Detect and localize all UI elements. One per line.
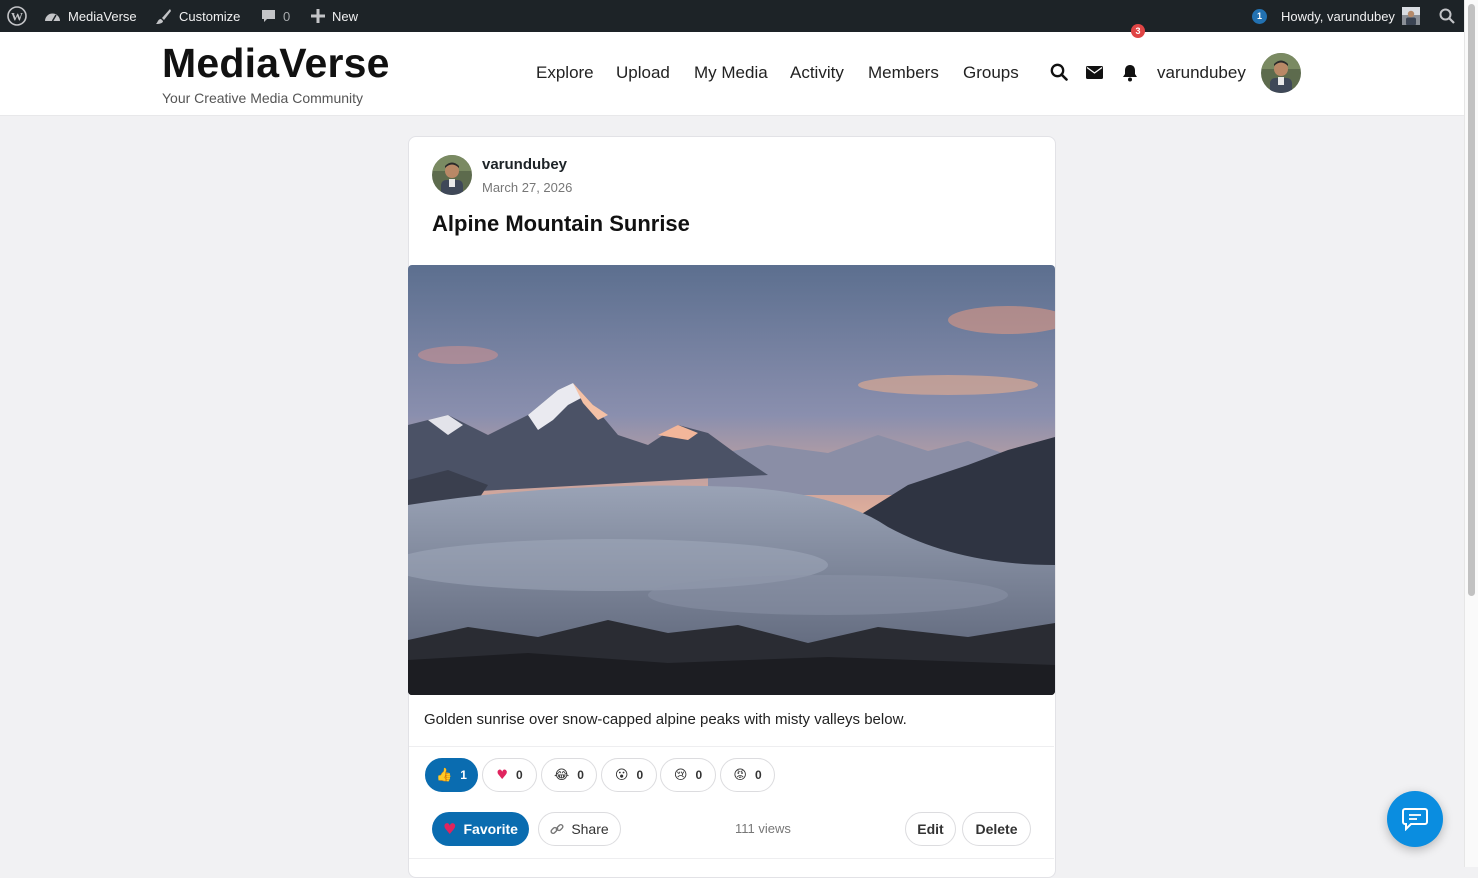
admin-site-link[interactable]: MediaVerse xyxy=(44,0,137,32)
reaction-love-button[interactable]: ♥ 0 xyxy=(482,758,537,792)
page-scrollbar[interactable] xyxy=(1464,0,1478,867)
search-icon[interactable] xyxy=(1050,63,1068,86)
admin-notification-counter[interactable]: 1 xyxy=(1252,0,1267,32)
favorite-button[interactable]: ♥ Favorite xyxy=(432,812,529,846)
bell-icon[interactable] xyxy=(1122,64,1138,87)
nav-groups[interactable]: Groups xyxy=(963,63,1019,83)
reaction-angry-count: 0 xyxy=(754,768,762,782)
reaction-laugh-count: 0 xyxy=(577,768,584,782)
reaction-wow-button[interactable]: 😮 0 xyxy=(601,758,657,792)
wow-icon: 😮 xyxy=(614,767,629,783)
reaction-love-count: 0 xyxy=(515,768,523,782)
delete-button[interactable]: Delete xyxy=(962,812,1031,846)
site-title[interactable]: MediaVerse xyxy=(162,40,390,87)
post-date: March 27, 2026 xyxy=(482,180,573,195)
caption-divider xyxy=(409,746,1054,747)
header-avatar[interactable] xyxy=(1261,53,1301,93)
admin-comments-link[interactable]: 0 xyxy=(261,0,290,32)
dashboard-icon xyxy=(45,13,60,22)
envelope-icon[interactable] xyxy=(1086,66,1103,84)
admin-new-link[interactable]: New xyxy=(311,0,358,32)
svg-text:W: W xyxy=(11,10,23,24)
laugh-icon: 😂 xyxy=(554,767,570,783)
heart-icon: ♥ xyxy=(443,820,457,838)
thumbs-up-icon: 👍 xyxy=(436,767,453,783)
nav-activity[interactable]: Activity xyxy=(790,63,844,83)
header-username[interactable]: varundubey xyxy=(1157,63,1246,83)
scrollbar-thumb[interactable] xyxy=(1468,4,1475,596)
admin-account-menu[interactable]: Howdy, varundubey xyxy=(1281,0,1420,32)
admin-avatar xyxy=(1401,7,1420,25)
admin-bar: W MediaVerse Customize 0 New 1 Howdy, va… xyxy=(0,0,1464,32)
nav-members[interactable]: Members xyxy=(868,63,939,83)
reaction-laugh-button[interactable]: 😂 0 xyxy=(541,758,597,792)
reaction-angry-button[interactable]: 😡 0 xyxy=(720,758,775,792)
notification-badge: 3 xyxy=(1131,24,1145,38)
actions-divider xyxy=(409,858,1054,859)
howdy-label: Howdy, varundubey xyxy=(1281,8,1395,24)
admin-site-name: MediaVerse xyxy=(68,8,137,24)
admin-notification-badge: 1 xyxy=(1252,8,1267,24)
author-avatar[interactable] xyxy=(432,155,472,195)
link-icon xyxy=(550,823,564,835)
admin-search-icon[interactable] xyxy=(1439,0,1455,32)
favorite-label: Favorite xyxy=(463,821,518,837)
plus-icon xyxy=(311,9,325,23)
nav-upload[interactable]: Upload xyxy=(616,63,670,83)
admin-comments-count: 0 xyxy=(283,8,291,24)
reaction-wow-count: 0 xyxy=(636,768,644,782)
reaction-like-button[interactable]: 👍 1 xyxy=(425,758,478,792)
wordpress-logo-icon[interactable]: W xyxy=(7,0,27,32)
share-label: Share xyxy=(571,821,609,837)
admin-customize-label: Customize xyxy=(179,8,241,24)
admin-new-label: New xyxy=(332,8,359,24)
views-count: 111 views xyxy=(735,821,791,836)
share-button[interactable]: Share xyxy=(538,812,621,846)
post-caption: Golden sunrise over snow-capped alpine p… xyxy=(424,711,907,728)
heart-icon: ♥ xyxy=(496,767,508,783)
chat-bubble-icon xyxy=(1402,808,1428,831)
edit-button[interactable]: Edit xyxy=(905,812,956,846)
brush-icon xyxy=(156,8,171,24)
chat-button[interactable] xyxy=(1387,791,1443,847)
nav-my-media[interactable]: My Media xyxy=(694,63,768,83)
sad-icon: 😢 xyxy=(673,767,688,783)
angry-icon: 😡 xyxy=(733,767,747,783)
reaction-sad-count: 0 xyxy=(695,768,703,782)
post-image[interactable] xyxy=(408,265,1055,695)
site-tagline: Your Creative Media Community xyxy=(162,90,364,106)
post-title: Alpine Mountain Sunrise xyxy=(432,211,690,236)
reaction-like-count: 1 xyxy=(460,768,467,782)
admin-customize-link[interactable]: Customize xyxy=(155,0,240,32)
post-author[interactable]: varundubey xyxy=(482,156,567,173)
reaction-sad-button[interactable]: 😢 0 xyxy=(660,758,716,792)
comment-icon xyxy=(262,9,275,22)
nav-explore[interactable]: Explore xyxy=(536,63,594,83)
